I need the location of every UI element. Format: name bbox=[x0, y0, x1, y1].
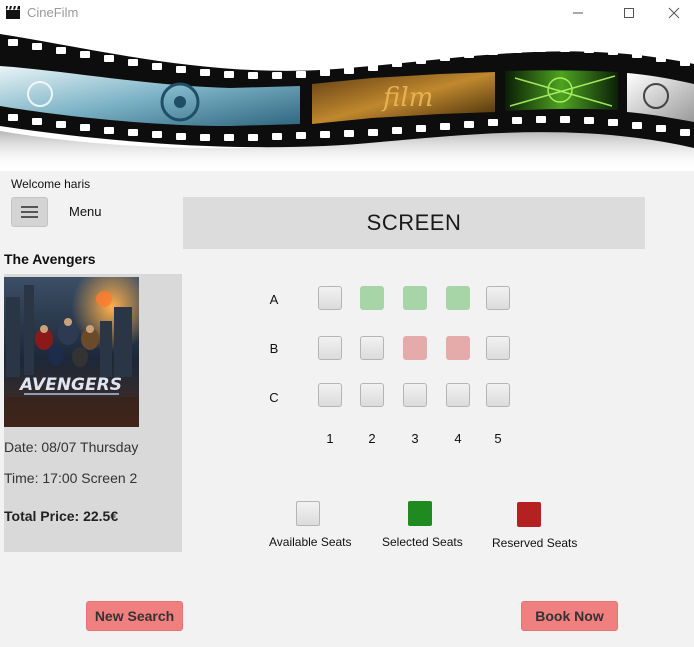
show-time: Time: 17:00 Screen 2 bbox=[4, 470, 138, 486]
film-strip-image: film bbox=[0, 34, 694, 171]
banner-text: film bbox=[381, 83, 433, 113]
menu-label[interactable]: Menu bbox=[69, 204, 102, 219]
seat-b1[interactable] bbox=[318, 336, 342, 360]
seat-a2[interactable] bbox=[360, 286, 384, 310]
seat-c1[interactable] bbox=[318, 383, 342, 407]
minimize-button[interactable] bbox=[555, 0, 601, 26]
close-icon bbox=[668, 7, 680, 19]
poster-title: AVENGERS bbox=[18, 375, 122, 395]
film-strip-banner: film bbox=[0, 26, 694, 171]
column-label-4: 4 bbox=[454, 431, 462, 446]
seat-b4[interactable] bbox=[446, 336, 470, 360]
seat-c5[interactable] bbox=[486, 383, 510, 407]
row-label-c: C bbox=[269, 390, 279, 405]
seat-a4[interactable] bbox=[446, 286, 470, 310]
maximize-button[interactable] bbox=[606, 0, 652, 26]
screen-label: SCREEN bbox=[183, 197, 645, 249]
maximize-icon bbox=[624, 8, 634, 18]
seat-a1[interactable] bbox=[318, 286, 342, 310]
welcome-text: Welcome haris bbox=[11, 177, 91, 191]
column-label-2: 2 bbox=[368, 431, 376, 446]
seat-c4[interactable] bbox=[446, 383, 470, 407]
legend-selected-label: Selected Seats bbox=[382, 535, 463, 549]
total-price: Total Price: 22.5€ bbox=[4, 508, 119, 524]
legend-selected-swatch bbox=[408, 501, 432, 526]
seat-b2[interactable] bbox=[360, 336, 384, 360]
column-label-5: 5 bbox=[494, 431, 502, 446]
close-button[interactable] bbox=[651, 0, 694, 26]
row-label-a: A bbox=[269, 292, 279, 307]
seat-b5[interactable] bbox=[486, 336, 510, 360]
movie-poster: AVENGERS bbox=[4, 277, 139, 427]
seat-b3[interactable] bbox=[403, 336, 427, 360]
legend-available-label: Available Seats bbox=[269, 535, 352, 549]
seat-a5[interactable] bbox=[486, 286, 510, 310]
show-date: Date: 08/07 Thursday bbox=[4, 439, 139, 455]
minimize-icon bbox=[573, 12, 583, 14]
title-bar: CineFilm bbox=[0, 0, 694, 26]
seat-c3[interactable] bbox=[403, 383, 427, 407]
seat-a3[interactable] bbox=[403, 286, 427, 310]
legend-reserved-swatch bbox=[517, 502, 541, 527]
book-now-button[interactable]: Book Now bbox=[521, 601, 618, 631]
legend-reserved-label: Reserved Seats bbox=[492, 536, 578, 550]
window-title: CineFilm bbox=[27, 5, 79, 20]
column-label-3: 3 bbox=[411, 431, 419, 446]
clapperboard-icon bbox=[6, 6, 20, 19]
seat-c2[interactable] bbox=[360, 383, 384, 407]
menu-button[interactable] bbox=[11, 197, 48, 227]
column-label-1: 1 bbox=[326, 431, 334, 446]
row-label-b: B bbox=[269, 341, 279, 356]
hamburger-icon bbox=[21, 206, 38, 208]
legend-available-swatch bbox=[296, 501, 320, 526]
new-search-button[interactable]: New Search bbox=[86, 601, 183, 631]
movie-title: The Avengers bbox=[4, 251, 96, 267]
